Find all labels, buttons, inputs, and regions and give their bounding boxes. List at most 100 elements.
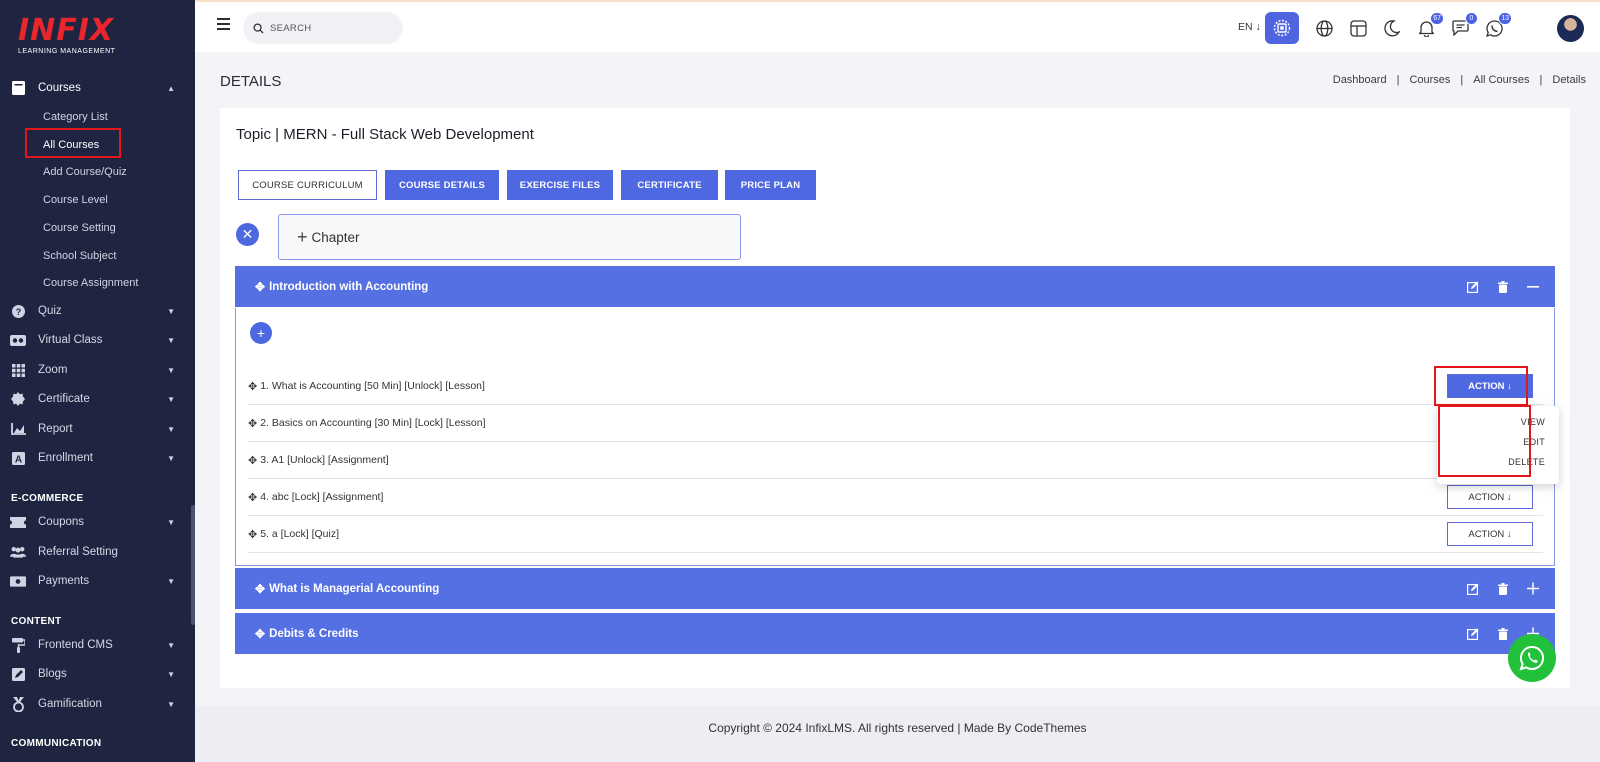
sidebar-item-label: Certificate — [38, 393, 90, 405]
sidebar-item-gamification[interactable]: Gamification ▼ — [0, 690, 195, 718]
logo-tagline: LEARNING MANAGEMENT — [18, 48, 116, 55]
action-button[interactable]: ACTION ↓ — [1447, 485, 1533, 509]
sidebar-item-label: Virtual Class — [38, 334, 103, 346]
whatsapp-icon[interactable] — [1508, 634, 1556, 682]
bell-icon[interactable]: 67 — [1414, 12, 1444, 40]
avatar[interactable] — [1557, 15, 1584, 42]
lesson-row: ✥ 5. a [Lock] [Quiz] ACTION ↓ — [248, 516, 1543, 553]
trash-icon[interactable] — [1497, 627, 1509, 640]
breadcrumb-all-courses[interactable]: All Courses — [1473, 74, 1529, 86]
tab-certificate[interactable]: CERTIFICATE — [621, 170, 718, 200]
whatsapp-topbar-icon[interactable]: 13 — [1482, 12, 1512, 40]
expand-icon[interactable] — [1527, 582, 1539, 595]
chapter-header[interactable]: ✥ Debits & Credits — [235, 613, 1555, 654]
breadcrumb-courses[interactable]: Courses — [1409, 74, 1450, 86]
trash-icon[interactable] — [1497, 582, 1509, 595]
whatsapp-badge: 13 — [1498, 12, 1512, 25]
chapter-body: + ✥ 1. What is Accounting [50 Min] [Unlo… — [235, 308, 1555, 566]
sidebar-item-label: Frontend CMS — [38, 639, 113, 651]
sidebar-item-virtual-class[interactable]: Virtual Class ▼ — [0, 326, 195, 354]
sidebar-item-report[interactable]: Report ▼ — [0, 415, 195, 443]
svg-text:A: A — [14, 454, 21, 465]
chapter-header[interactable]: ✥ What is Managerial Accounting — [235, 568, 1555, 609]
sidebar-subitem-course-setting[interactable]: Course Setting — [43, 218, 116, 238]
sidebar-item-quiz[interactable]: ? Quiz ▼ — [0, 297, 195, 325]
language-selector[interactable]: EN ↓ — [1238, 21, 1261, 33]
move-icon[interactable]: ✥ — [255, 582, 265, 596]
lesson-row: ✥ 4. abc [Lock] [Assignment] ACTION ↓ — [248, 479, 1543, 516]
add-lesson-icon[interactable]: + — [250, 322, 272, 344]
search-input[interactable] — [270, 22, 390, 34]
sidebar-subitem-school-subject[interactable]: School Subject — [43, 246, 116, 266]
edit-icon[interactable] — [1467, 281, 1479, 293]
tab-course-curriculum[interactable]: COURSE CURRICULUM — [238, 170, 377, 200]
search-box[interactable] — [243, 12, 403, 44]
edit-icon[interactable] — [1467, 583, 1479, 595]
sidebar-subitem-category-list[interactable]: Category List — [43, 107, 108, 127]
moon-icon[interactable] — [1380, 16, 1404, 40]
sidebar-item-label: Quiz — [38, 305, 62, 317]
tab-price-plan[interactable]: PRICE PLAN — [725, 170, 816, 200]
sidebar-item-coupons[interactable]: Coupons ▼ — [0, 508, 195, 536]
sidebar-item-certificate[interactable]: Certificate ▼ — [0, 385, 195, 413]
lesson-title: 4. abc [Lock] [Assignment] — [260, 491, 384, 503]
tab-course-details[interactable]: COURSE DETAILS — [385, 170, 499, 200]
sidebar-item-label: Blogs — [38, 668, 67, 680]
coupon-icon — [10, 514, 26, 530]
move-icon[interactable]: ✥ — [248, 528, 257, 541]
move-icon[interactable]: ✥ — [255, 627, 265, 641]
move-icon[interactable]: ✥ — [255, 280, 265, 294]
sidebar-scrollbar[interactable] — [191, 505, 195, 625]
chat-icon[interactable]: 0 — [1448, 12, 1478, 40]
sidebar-item-referral-setting[interactable]: Referral Setting — [0, 538, 195, 566]
notification-badge: 67 — [1430, 12, 1444, 25]
edit-icon[interactable] — [1467, 628, 1479, 640]
highlight-box — [1434, 366, 1528, 406]
move-icon[interactable]: ✥ — [248, 380, 257, 393]
sidebar-item-label: Courses — [38, 82, 81, 94]
chapter-header[interactable]: ✥ Introduction with Accounting — [235, 266, 1555, 307]
menu-icon[interactable] — [217, 18, 230, 30]
sidebar-item-label: Zoom — [38, 364, 68, 376]
sidebar-subitem-course-assignment[interactable]: Course Assignment — [43, 273, 138, 293]
layout-icon[interactable] — [1346, 16, 1370, 40]
sidebar-item-zoom[interactable]: Zoom ▼ — [0, 356, 195, 384]
tab-exercise-files[interactable]: EXERCISE FILES — [507, 170, 613, 200]
breadcrumb-details: Details — [1552, 74, 1586, 86]
logo-text: INFIX — [18, 13, 115, 48]
chevron-down-icon: ▼ — [167, 424, 175, 434]
search-icon — [253, 22, 264, 34]
chip-icon[interactable] — [1265, 12, 1299, 44]
sidebar-item-payments[interactable]: Payments ▼ — [0, 567, 195, 595]
breadcrumb-dashboard[interactable]: Dashboard — [1333, 74, 1387, 86]
sidebar-item-label: Coupons — [38, 516, 85, 528]
section-title-ecommerce: E-COMMERCE — [11, 493, 84, 504]
vr-icon — [10, 332, 26, 348]
topbar: EN ↓ 67 0 13 — [195, 0, 1600, 52]
lesson-title: 5. a [Lock] [Quiz] — [260, 528, 340, 540]
lesson-row: ✥ 2. Basics on Accounting [30 Min] [Lock… — [248, 405, 1543, 442]
add-chapter-field[interactable]: + Chapter — [278, 214, 741, 260]
highlight-box — [25, 128, 121, 158]
action-button[interactable]: ACTION ↓ — [1447, 522, 1533, 546]
question-icon: ? — [10, 303, 26, 319]
sidebar-item-blogs[interactable]: Blogs ▼ — [0, 660, 195, 688]
move-icon[interactable]: ✥ — [248, 454, 257, 467]
footer: Copyright © 2024 InfixLMS. All rights re… — [195, 706, 1600, 762]
move-icon[interactable]: ✥ — [248, 417, 257, 430]
trash-icon[interactable] — [1497, 280, 1509, 293]
sidebar-item-frontend-cms[interactable]: Frontend CMS ▼ — [0, 631, 195, 659]
sidebar-subitem-add-course[interactable]: Add Course/Quiz — [43, 162, 127, 182]
collapse-icon[interactable] — [1527, 281, 1539, 293]
move-icon[interactable]: ✥ — [248, 491, 257, 504]
edit-icon — [10, 666, 26, 682]
globe-icon[interactable] — [1312, 16, 1336, 40]
sidebar-item-enrollment[interactable]: A Enrollment ▼ — [0, 444, 195, 472]
chapter-title: Debits & Credits — [269, 627, 359, 640]
breadcrumb: Dashboard | Courses | All Courses | Details — [1332, 74, 1586, 86]
close-icon[interactable]: ✕ — [236, 223, 259, 246]
sidebar-subitem-course-level[interactable]: Course Level — [43, 190, 108, 210]
curriculum-card: Topic | MERN - Full Stack Web Developmen… — [220, 108, 1570, 688]
logo[interactable]: INFIX LEARNING MANAGEMENT — [18, 16, 128, 60]
sidebar-item-courses[interactable]: Courses ▲ — [0, 74, 195, 102]
